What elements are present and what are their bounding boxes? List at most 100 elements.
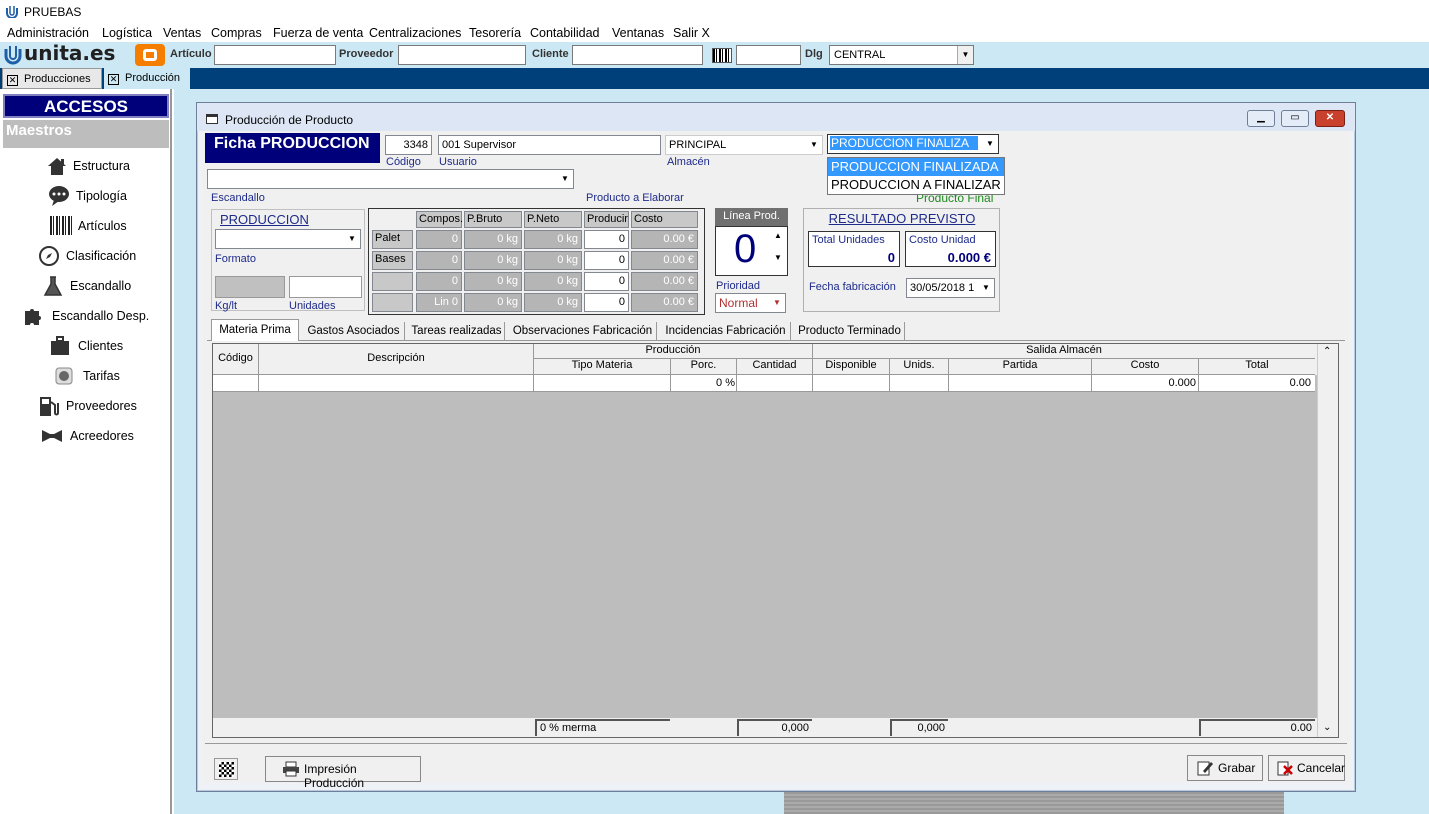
producir-input[interactable]: 0: [584, 272, 629, 291]
group-salida-almacen: Salida Almacén: [813, 344, 1315, 359]
formato-select[interactable]: ▼: [215, 229, 361, 249]
codigo-field[interactable]: 3348: [385, 135, 432, 155]
quick-item-tarifas[interactable]: Tarifas: [0, 362, 170, 390]
minimize-button[interactable]: ▁: [1247, 110, 1275, 127]
menu-ventanas[interactable]: Ventanas: [612, 26, 664, 40]
qr-button[interactable]: [214, 758, 238, 780]
composition-table: Compos. P.Bruto P.Neto Producir Costo Pa…: [368, 208, 705, 315]
close-icon[interactable]: ✕: [108, 74, 119, 85]
maximize-button[interactable]: ▭: [1281, 110, 1309, 127]
scroll-down-icon[interactable]: ⌄: [1323, 722, 1331, 733]
menu-salir[interactable]: Salir X: [673, 26, 710, 40]
col-porc: Porc.: [671, 359, 737, 375]
chevron-down-icon[interactable]: ▼: [344, 230, 360, 248]
quick-item-clasificacion[interactable]: Clasificación: [0, 242, 170, 270]
cancel-button[interactable]: Cancelar: [1268, 755, 1345, 781]
kglt-label: Kg/lt: [215, 300, 238, 312]
spin-up-icon[interactable]: ▲: [772, 231, 784, 249]
house-icon: [48, 158, 66, 175]
chevron-down-icon[interactable]: ▼: [806, 136, 822, 154]
qr-code-icon: [219, 762, 234, 777]
close-button[interactable]: ✕: [1315, 110, 1345, 127]
chevron-down-icon[interactable]: ▼: [978, 279, 994, 297]
menu-ventas[interactable]: Ventas: [163, 26, 201, 40]
barcode-input[interactable]: [736, 45, 801, 65]
blogger-icon[interactable]: [135, 44, 165, 66]
fecha-picker[interactable]: 30/05/2018 1 ▼: [906, 278, 995, 298]
grid-scrollbar[interactable]: ⌃ ⌄: [1317, 344, 1338, 737]
quick-item-proveedores[interactable]: Proveedores: [0, 392, 170, 420]
tab-observaciones[interactable]: Observaciones Fabricación: [509, 322, 657, 341]
menu-contabilidad[interactable]: Contabilidad: [530, 26, 600, 40]
quick-item-escandallo-desp[interactable]: Escandallo Desp.: [0, 302, 170, 330]
bowtie-icon: [42, 430, 62, 442]
estado-option-a-finalizar[interactable]: PRODUCCION A FINALIZAR: [828, 176, 1004, 194]
producir-input[interactable]: 0: [584, 230, 629, 249]
fecha-label: Fecha fabricación: [809, 281, 896, 293]
quick-item-articulos[interactable]: Artículos: [0, 212, 170, 240]
menu-tesoreria[interactable]: Tesorería: [469, 26, 521, 40]
tariff-icon: [55, 367, 73, 385]
chevron-down-icon[interactable]: ▼: [982, 135, 998, 153]
tab-tareas-realizadas[interactable]: Tareas realizadas: [409, 322, 505, 341]
producir-input[interactable]: 0: [584, 251, 629, 270]
producir-input[interactable]: 0: [584, 293, 629, 312]
proveedor-input[interactable]: [398, 45, 526, 65]
cliente-input[interactable]: [572, 45, 703, 65]
chevron-down-icon[interactable]: ▼: [957, 46, 973, 64]
menu-logistica[interactable]: Logística: [102, 26, 152, 40]
escandallo-label: Escandallo: [211, 192, 265, 204]
toolbar: unita.es Artículo Proveedor Cliente Dlg …: [0, 41, 1429, 68]
quick-item-acreedores[interactable]: Acreedores: [0, 422, 170, 450]
menu-compras[interactable]: Compras: [211, 26, 262, 40]
print-produccion-button[interactable]: Impresión Producción: [265, 756, 421, 790]
save-button[interactable]: Grabar: [1187, 755, 1263, 781]
quick-item-escandallo[interactable]: Escandallo: [0, 272, 170, 300]
table-row[interactable]: 0 % 0.000 0.00: [213, 375, 1315, 392]
scroll-up-icon[interactable]: ⌃: [1323, 346, 1331, 357]
unidades-field[interactable]: [289, 276, 362, 298]
dlg-select[interactable]: CENTRAL ▼: [829, 45, 974, 65]
menu-fuerza-de-venta[interactable]: Fuerza de venta: [273, 26, 363, 40]
menu-centralizaciones[interactable]: Centralizaciones: [369, 26, 461, 40]
barcode-icon[interactable]: [712, 48, 732, 63]
col-producir: Producir: [584, 211, 629, 228]
compos-value: 0: [416, 272, 462, 291]
tab-materia-prima[interactable]: Materia Prima: [211, 319, 299, 341]
row-porc: 0 %: [716, 377, 735, 389]
resultado-title: RESULTADO PREVISTO: [828, 211, 976, 226]
tab-producciones[interactable]: ✕ Producciones: [2, 68, 102, 89]
chevron-down-icon[interactable]: ▼: [557, 170, 573, 188]
estado-select[interactable]: PRODUCCION FINALIZA ▼: [827, 134, 999, 154]
maestros-section[interactable]: Maestros: [3, 120, 169, 148]
linea-prod-spinner[interactable]: 0 ▲ ▼: [715, 226, 788, 276]
printer-icon: [283, 761, 299, 777]
quick-item-tipologia[interactable]: Tipología: [0, 182, 170, 210]
close-icon[interactable]: ✕: [7, 75, 18, 86]
pneto-value: 0 kg: [524, 251, 582, 270]
produccion-box: PRODUCCION ▼ Formato Kg/lt Unidades: [211, 209, 365, 312]
pneto-value: 0 kg: [524, 230, 582, 249]
chevron-down-icon[interactable]: ▼: [769, 294, 785, 312]
prioridad-select[interactable]: Normal ▼: [715, 293, 786, 313]
row-total: 0.00: [1289, 377, 1311, 389]
almacen-select[interactable]: PRINCIPAL ▼: [665, 135, 823, 155]
pbruto-value: 0 kg: [464, 251, 522, 270]
menu-administracion[interactable]: Administración: [7, 26, 89, 40]
puzzle-icon: [25, 309, 41, 325]
quick-item-estructura[interactable]: Estructura: [0, 152, 170, 180]
kglt-field[interactable]: [215, 276, 285, 298]
quick-item-clientes[interactable]: Clientes: [0, 332, 170, 360]
tab-incidencias[interactable]: Incidencias Fabricación: [661, 322, 791, 341]
tab-gastos-asociados[interactable]: Gastos Asociados: [303, 322, 405, 341]
estado-option-finalizada[interactable]: PRODUCCION FINALIZADA: [828, 158, 1004, 176]
tab-producto-terminado[interactable]: Producto Terminado: [795, 322, 905, 341]
footer-disponible: 0,000: [890, 719, 948, 736]
produccion-label: PRODUCCION: [220, 212, 309, 227]
tab-produccion[interactable]: ✕ Producción: [104, 68, 190, 89]
escandallo-select[interactable]: ▼: [207, 169, 574, 189]
usuario-field[interactable]: 001 Supervisor: [438, 135, 661, 155]
unidades-label: Unidades: [289, 300, 336, 312]
spin-down-icon[interactable]: ▼: [772, 253, 784, 271]
articulo-input[interactable]: [214, 45, 336, 65]
